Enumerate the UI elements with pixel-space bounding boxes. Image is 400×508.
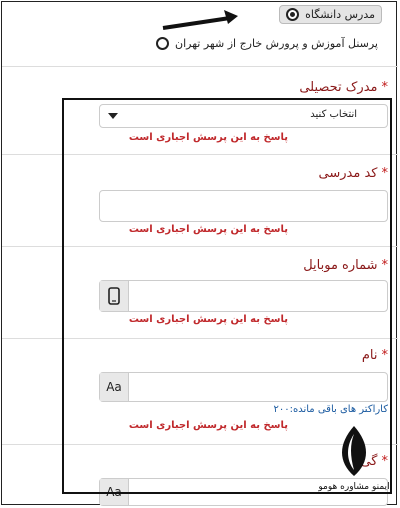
divider (2, 66, 398, 67)
degree-label: *مدرک تحصیلی (299, 80, 388, 95)
radio-option-education-staff[interactable]: پرسنل آموزش و پرورش خارج از شهر تهران (156, 37, 378, 50)
radio-option-university-teacher[interactable]: مدرس دانشگاه (279, 5, 382, 24)
radio-checked-icon (286, 8, 300, 21)
arrow-indicator (162, 10, 238, 30)
watermark-logo: ایمنو مشاوره هومو (318, 420, 390, 496)
radio-label: مدرس دانشگاه (305, 8, 375, 21)
watermark-text: ایمنو مشاوره هومو (318, 482, 390, 492)
radio-label: پرسنل آموزش و پرورش خارج از شهر تهران (175, 37, 378, 50)
radio-icon (156, 37, 170, 50)
